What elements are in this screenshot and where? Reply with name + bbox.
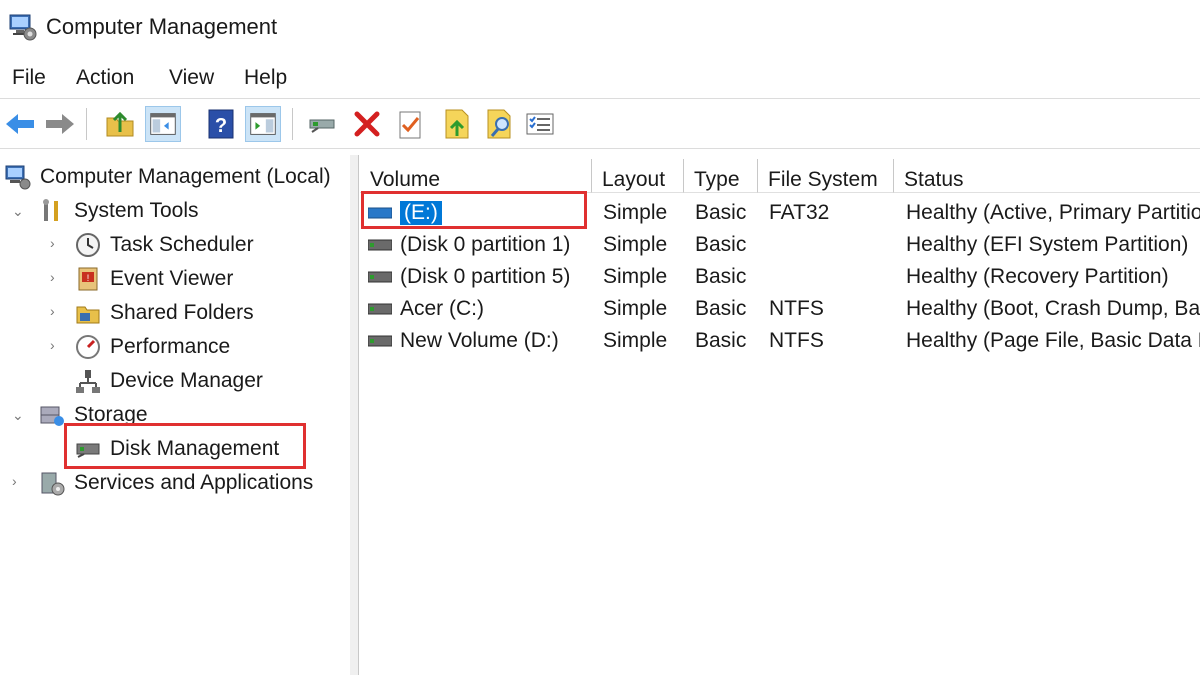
menu-bar: File Action View Help — [0, 58, 1200, 99]
layout-cell: Simple — [603, 201, 668, 224]
pane-splitter[interactable] — [350, 155, 359, 675]
menu-view[interactable]: View — [169, 66, 214, 90]
connect-icon[interactable] — [304, 106, 340, 142]
computer-management-icon — [5, 165, 31, 190]
chevron-down-icon[interactable]: ⌄ — [12, 407, 24, 424]
file-system-cell: FAT32 — [769, 201, 830, 224]
device-manager-icon — [76, 370, 100, 393]
table-row[interactable]: Acer (C:) — [368, 297, 484, 321]
chevron-right-icon[interactable]: › — [50, 303, 55, 319]
search-icon[interactable] — [482, 106, 518, 142]
type-cell: Basic — [695, 201, 747, 224]
tree-item-task-scheduler[interactable]: Task Scheduler — [74, 229, 254, 261]
performance-gauge-icon — [76, 335, 100, 359]
tree-item-device-manager[interactable]: Device Manager — [74, 365, 263, 397]
volume-name: (Disk 0 partition 5) — [400, 265, 571, 288]
layout-cell: Simple — [603, 265, 668, 288]
svg-text:!: ! — [87, 273, 90, 283]
tree-item-shared-folders[interactable]: Shared Folders — [74, 297, 254, 329]
toolbar-separator — [86, 108, 87, 140]
tree-item-root[interactable]: Computer Management (Local) — [4, 161, 331, 193]
menu-action[interactable]: Action — [76, 66, 134, 90]
status-cell: Healthy (Page File, Basic Data Partition… — [906, 329, 1200, 352]
status-cell: Healthy (Active, Primary Partition) — [906, 201, 1200, 224]
tools-icon — [43, 199, 58, 221]
tree-item-performance[interactable]: Performance — [74, 331, 230, 363]
type-cell: Basic — [695, 297, 747, 320]
volume-name: (Disk 0 partition 1) — [400, 233, 571, 256]
storage-icon — [40, 406, 64, 426]
chevron-right-icon[interactable]: › — [50, 269, 55, 285]
show-hide-action-pane-icon[interactable] — [245, 106, 281, 142]
file-system-cell: NTFS — [769, 329, 824, 352]
properties-icon[interactable] — [392, 106, 428, 142]
highlight-box-disk-management — [64, 423, 306, 469]
tree-item-label: System Tools — [74, 199, 199, 222]
import-icon[interactable] — [438, 106, 474, 142]
delete-icon[interactable] — [349, 106, 385, 142]
toolbar: ? — [0, 100, 1200, 149]
column-header-layout[interactable]: Layout — [592, 159, 684, 193]
up-folder-icon[interactable] — [102, 106, 138, 142]
type-cell: Basic — [695, 233, 747, 256]
highlight-box-volume-e — [361, 191, 587, 229]
layout-cell: Simple — [603, 329, 668, 352]
status-cell: Healthy (Boot, Crash Dump, Basic Data Pa… — [906, 297, 1200, 320]
layout-cell: Simple — [603, 297, 668, 320]
volume-list: Volume Layout Type File System Status (E… — [360, 155, 1200, 675]
column-header-file-system[interactable]: File System — [758, 159, 894, 193]
tree-item-label: Computer Management (Local) — [40, 165, 331, 188]
tree-item-services-applications[interactable]: Services and Applications — [38, 467, 313, 499]
chevron-right-icon[interactable]: › — [12, 473, 17, 489]
computer-management-icon — [9, 14, 37, 41]
tree-item-label: Device Manager — [110, 369, 263, 392]
forward-arrow-icon[interactable] — [42, 106, 78, 142]
type-cell: Basic — [695, 329, 747, 352]
svg-text:?: ? — [215, 115, 227, 137]
chevron-right-icon[interactable]: › — [50, 235, 55, 251]
tree-item-label: Event Viewer — [110, 267, 234, 290]
drive-icon — [368, 239, 392, 251]
status-cell: Healthy (EFI System Partition) — [906, 233, 1189, 256]
tree-item-label: Services and Applications — [74, 471, 314, 494]
volume-name: New Volume (D:) — [400, 329, 559, 352]
back-arrow-icon[interactable] — [2, 106, 38, 142]
shared-folder-icon — [76, 306, 100, 324]
help-icon[interactable]: ? — [203, 106, 239, 142]
toolbar-separator — [292, 108, 293, 140]
status-cell: Healthy (Recovery Partition) — [906, 265, 1169, 288]
drive-icon — [368, 335, 392, 347]
layout-cell: Simple — [603, 233, 668, 256]
tree-item-label: Shared Folders — [110, 301, 254, 324]
tree-item-system-tools[interactable]: System Tools — [38, 195, 199, 227]
tree-item-label: Performance — [110, 335, 231, 358]
navigation-tree: Computer Management (Local) ⌄ System Too… — [0, 155, 352, 675]
menu-file[interactable]: File — [12, 66, 46, 90]
services-icon — [41, 472, 65, 496]
column-header-type[interactable]: Type — [684, 159, 758, 193]
column-header-status[interactable]: Status — [894, 159, 1200, 193]
table-row[interactable]: (Disk 0 partition 1) — [368, 233, 570, 257]
tree-item-label: Task Scheduler — [110, 233, 254, 256]
tree-item-event-viewer[interactable]: ! Event Viewer — [74, 263, 233, 295]
window-title: Computer Management — [46, 14, 278, 39]
clock-icon — [76, 233, 100, 257]
volume-name: Acer (C:) — [400, 297, 484, 320]
table-row[interactable]: New Volume (D:) — [368, 329, 559, 353]
show-hide-tree-icon[interactable] — [145, 106, 181, 142]
chevron-down-icon[interactable]: ⌄ — [12, 203, 24, 220]
event-log-icon: ! — [78, 267, 98, 291]
chevron-right-icon[interactable]: › — [50, 337, 55, 353]
drive-icon — [368, 271, 392, 283]
title-bar: Computer Management — [0, 0, 1200, 56]
menu-help[interactable]: Help — [244, 66, 287, 90]
file-system-cell: NTFS — [769, 297, 824, 320]
column-header-volume[interactable]: Volume — [360, 159, 592, 193]
table-row[interactable]: (Disk 0 partition 5) — [368, 265, 570, 289]
type-cell: Basic — [695, 265, 747, 288]
settings-list-icon[interactable] — [522, 106, 558, 142]
drive-icon — [368, 303, 392, 315]
